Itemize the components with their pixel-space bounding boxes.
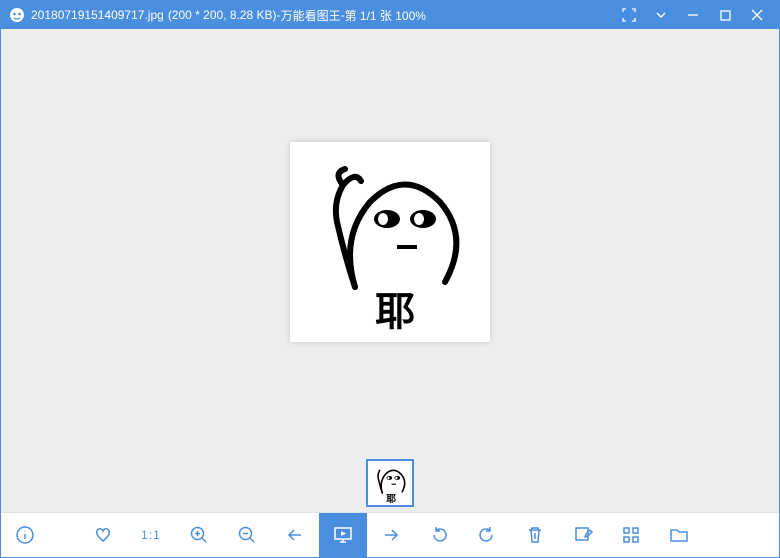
grid-view-button[interactable]	[607, 513, 655, 557]
title-dimensions: (200 * 200, 8.28 KB)	[168, 8, 277, 22]
rotate-right-button[interactable]	[463, 513, 511, 557]
thumbnail-item[interactable]: 耶	[366, 459, 414, 507]
maximize-button[interactable]	[709, 1, 741, 29]
trash-icon	[525, 525, 545, 545]
svg-text:耶: 耶	[375, 290, 415, 334]
edit-icon	[573, 525, 593, 545]
bottom-toolbar: 1:1	[1, 512, 779, 557]
zoom-in-icon	[189, 525, 209, 545]
slideshow-button[interactable]	[319, 513, 367, 557]
favorite-button[interactable]	[79, 513, 127, 557]
thumbnail-image: 耶	[369, 462, 411, 504]
info-icon	[15, 525, 35, 545]
zoom-in-button[interactable]	[175, 513, 223, 557]
arrow-left-icon	[285, 525, 305, 545]
maximize-icon	[720, 10, 731, 21]
close-icon	[751, 9, 763, 21]
delete-button[interactable]	[511, 513, 559, 557]
actual-size-button[interactable]: 1:1	[127, 513, 175, 557]
close-button[interactable]	[741, 1, 773, 29]
zoom-out-icon	[237, 525, 257, 545]
menu-dropdown-button[interactable]	[645, 1, 677, 29]
arrow-right-icon	[381, 525, 401, 545]
app-window: 20180719151409717.jpg (200 * 200, 8.28 K…	[0, 0, 780, 558]
minimize-button[interactable]	[677, 1, 709, 29]
app-icon	[9, 7, 25, 23]
heart-icon	[93, 525, 113, 545]
rotate-right-icon	[477, 525, 497, 545]
fullscreen-button[interactable]	[613, 1, 645, 29]
previous-button[interactable]	[271, 513, 319, 557]
title-appname: 万能看图王	[281, 7, 341, 24]
rotate-left-button[interactable]	[415, 513, 463, 557]
folder-icon	[669, 525, 689, 545]
image-content: 耶	[295, 147, 485, 337]
title-filename: 20180719151409717.jpg	[31, 8, 164, 22]
info-button[interactable]	[1, 513, 49, 557]
rotate-left-icon	[429, 525, 449, 545]
title-pageinfo: 第 1/1 张 100%	[345, 7, 426, 24]
edit-button[interactable]	[559, 513, 607, 557]
titlebar: 20180719151409717.jpg (200 * 200, 8.28 K…	[1, 1, 779, 29]
thumbnail-strip: 耶	[1, 454, 779, 512]
open-folder-button[interactable]	[655, 513, 703, 557]
ratio-label: 1:1	[141, 528, 161, 542]
minimize-icon	[687, 9, 699, 21]
fullscreen-icon	[622, 8, 636, 22]
zoom-out-button[interactable]	[223, 513, 271, 557]
image-viewport[interactable]: 耶	[1, 29, 779, 454]
grid-icon	[621, 525, 641, 545]
displayed-image: 耶	[290, 142, 490, 342]
dropdown-icon	[655, 9, 667, 21]
next-button[interactable]	[367, 513, 415, 557]
svg-text:耶: 耶	[386, 493, 396, 504]
slideshow-icon	[332, 524, 354, 546]
